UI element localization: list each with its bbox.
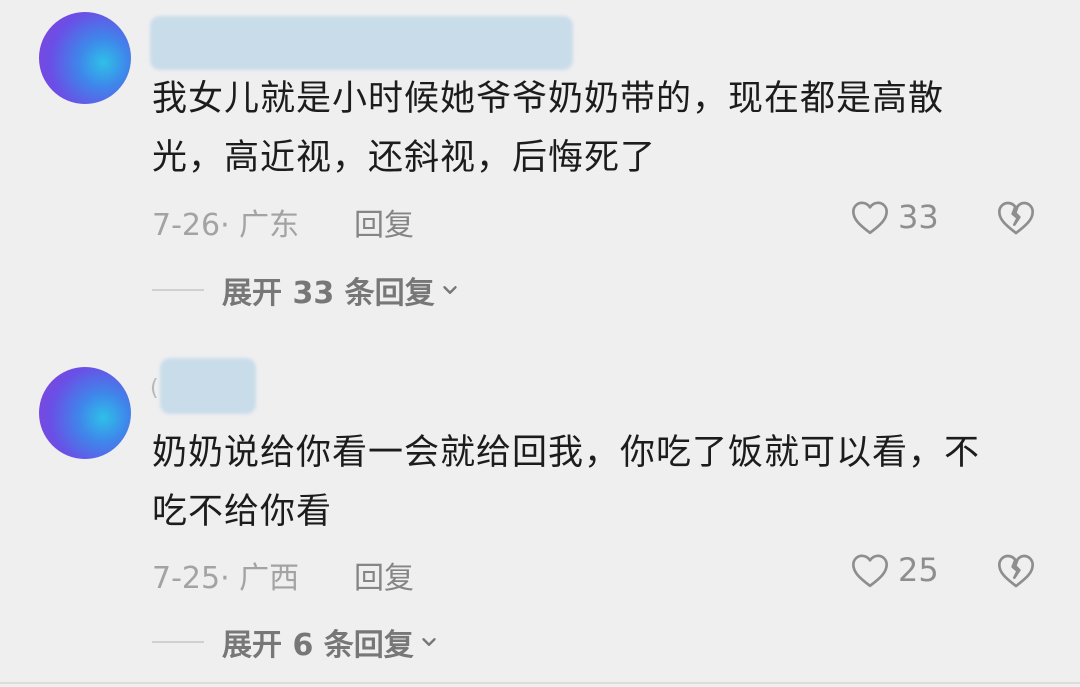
comment-text: 奶奶说给你看一会就给回我，你吃了饭就可以看，不 吃不给你看: [152, 424, 1032, 542]
comment-text: 我女儿就是小时候她爷爷奶奶带的，现在都是高散 光，高近视，还斜视，后悔死了: [152, 70, 1032, 188]
username-initial: (: [150, 376, 159, 401]
chevron-down-icon: [422, 638, 436, 646]
expand-replies-button[interactable]: 展开 33 条回复: [152, 268, 461, 312]
reply-button[interactable]: 回复: [354, 200, 414, 244]
username-blurred[interactable]: [160, 358, 256, 414]
divider: [0, 682, 1080, 684]
like-button[interactable]: 25: [850, 551, 939, 589]
broken-heart-icon[interactable]: [996, 551, 1036, 591]
chevron-down-icon: [442, 286, 457, 294]
divider: [152, 289, 204, 291]
comment-text-line: 奶奶说给你看一会就给回我，你吃了饭就可以看，不: [152, 433, 981, 473]
expand-replies-label: 展开 33 条回复: [222, 276, 435, 311]
broken-heart-icon[interactable]: [996, 198, 1036, 238]
like-count: 25: [898, 551, 939, 589]
expand-replies-button[interactable]: 展开 6 条回复: [152, 620, 440, 664]
comment-date-location: 7-25· 广西: [152, 561, 300, 596]
comment-text-line: 我女儿就是小时候她爷爷奶奶带的，现在都是高散: [152, 79, 945, 119]
comment-text-line: 吃不给你看: [152, 492, 333, 532]
avatar[interactable]: [39, 367, 131, 459]
comment-text-line: 光，高近视，还斜视，后悔死了: [152, 138, 657, 178]
divider: [152, 641, 204, 643]
expand-replies-label: 展开 6 条回复: [222, 628, 414, 663]
reply-button[interactable]: 回复: [354, 553, 414, 597]
avatar[interactable]: [39, 12, 131, 104]
username-blurred[interactable]: [150, 16, 573, 70]
heart-outline-icon: [852, 201, 888, 235]
comment-date-location: 7-26· 广东: [152, 208, 300, 243]
like-button[interactable]: 33: [850, 198, 939, 236]
like-count: 33: [898, 198, 939, 236]
heart-outline-icon: [852, 554, 888, 588]
